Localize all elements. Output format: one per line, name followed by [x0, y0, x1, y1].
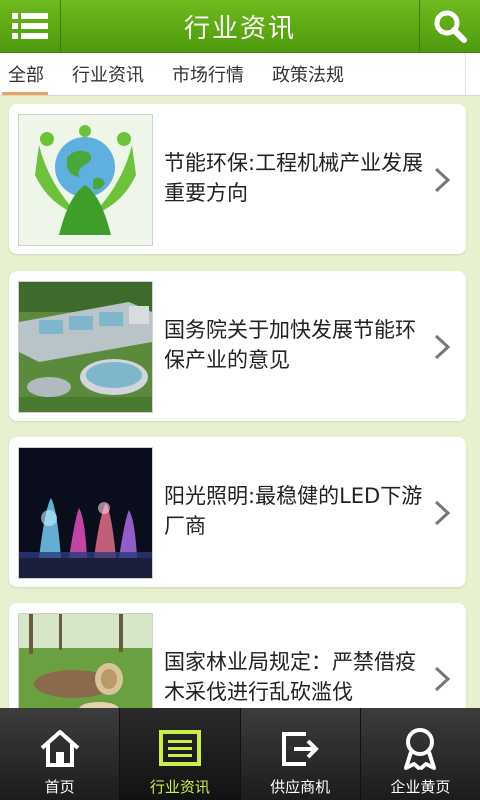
award-icon [404, 728, 437, 770]
list-item[interactable]: 阳光照明:最稳健的LED下游厂商 [9, 437, 466, 587]
tabs-scroll-edge [465, 53, 480, 95]
tab-all[interactable]: 全部 [0, 53, 58, 95]
category-tabs: 全部 行业资讯 市场行情 政策法规 [0, 53, 480, 96]
water-treatment-plant-image [18, 281, 153, 413]
green-earth-people-image [18, 114, 153, 246]
nav-industry-news[interactable]: 行业资讯 [120, 708, 241, 800]
supply-icon [282, 732, 319, 766]
page-title: 行业资讯 [183, 13, 296, 44]
app-header: 行业资讯 [0, 0, 480, 53]
search-button[interactable] [419, 0, 480, 52]
tab-market[interactable]: 市场行情 [158, 53, 258, 95]
led-fountain-night-image [18, 447, 153, 579]
search-icon [434, 10, 467, 43]
article-title: 国务院关于加快发展节能环保产业的意见 [164, 318, 416, 372]
news-icon [158, 730, 201, 766]
chevron-right-icon [434, 334, 451, 360]
article-title: 节能环保:工程机械产业发展重要方向 [164, 151, 424, 205]
home-icon [40, 730, 79, 767]
menu-icon [12, 13, 48, 39]
bottom-nav: 首页 行业资讯 供应商机 企业黄页 [0, 708, 480, 800]
menu-button[interactable] [0, 0, 61, 52]
tab-industry-news[interactable]: 行业资讯 [58, 53, 158, 95]
nav-supply[interactable]: 供应商机 [241, 708, 361, 800]
article-title: 国家林业局规定：严禁借疫木采伐进行乱砍滥伐 [164, 650, 416, 704]
chevron-right-icon [434, 500, 451, 526]
chevron-right-icon [434, 666, 451, 692]
tab-policy[interactable]: 政策法规 [258, 53, 358, 95]
nav-home[interactable]: 首页 [0, 708, 121, 800]
list-item[interactable]: 国务院关于加快发展节能环保产业的意见 [9, 271, 466, 421]
chevron-right-icon [434, 167, 451, 193]
list-item[interactable]: 节能环保:工程机械产业发展重要方向 [9, 104, 466, 254]
article-title: 阳光照明:最稳健的LED下游厂商 [164, 484, 423, 538]
nav-yellow-pages[interactable]: 企业黄页 [361, 708, 480, 800]
